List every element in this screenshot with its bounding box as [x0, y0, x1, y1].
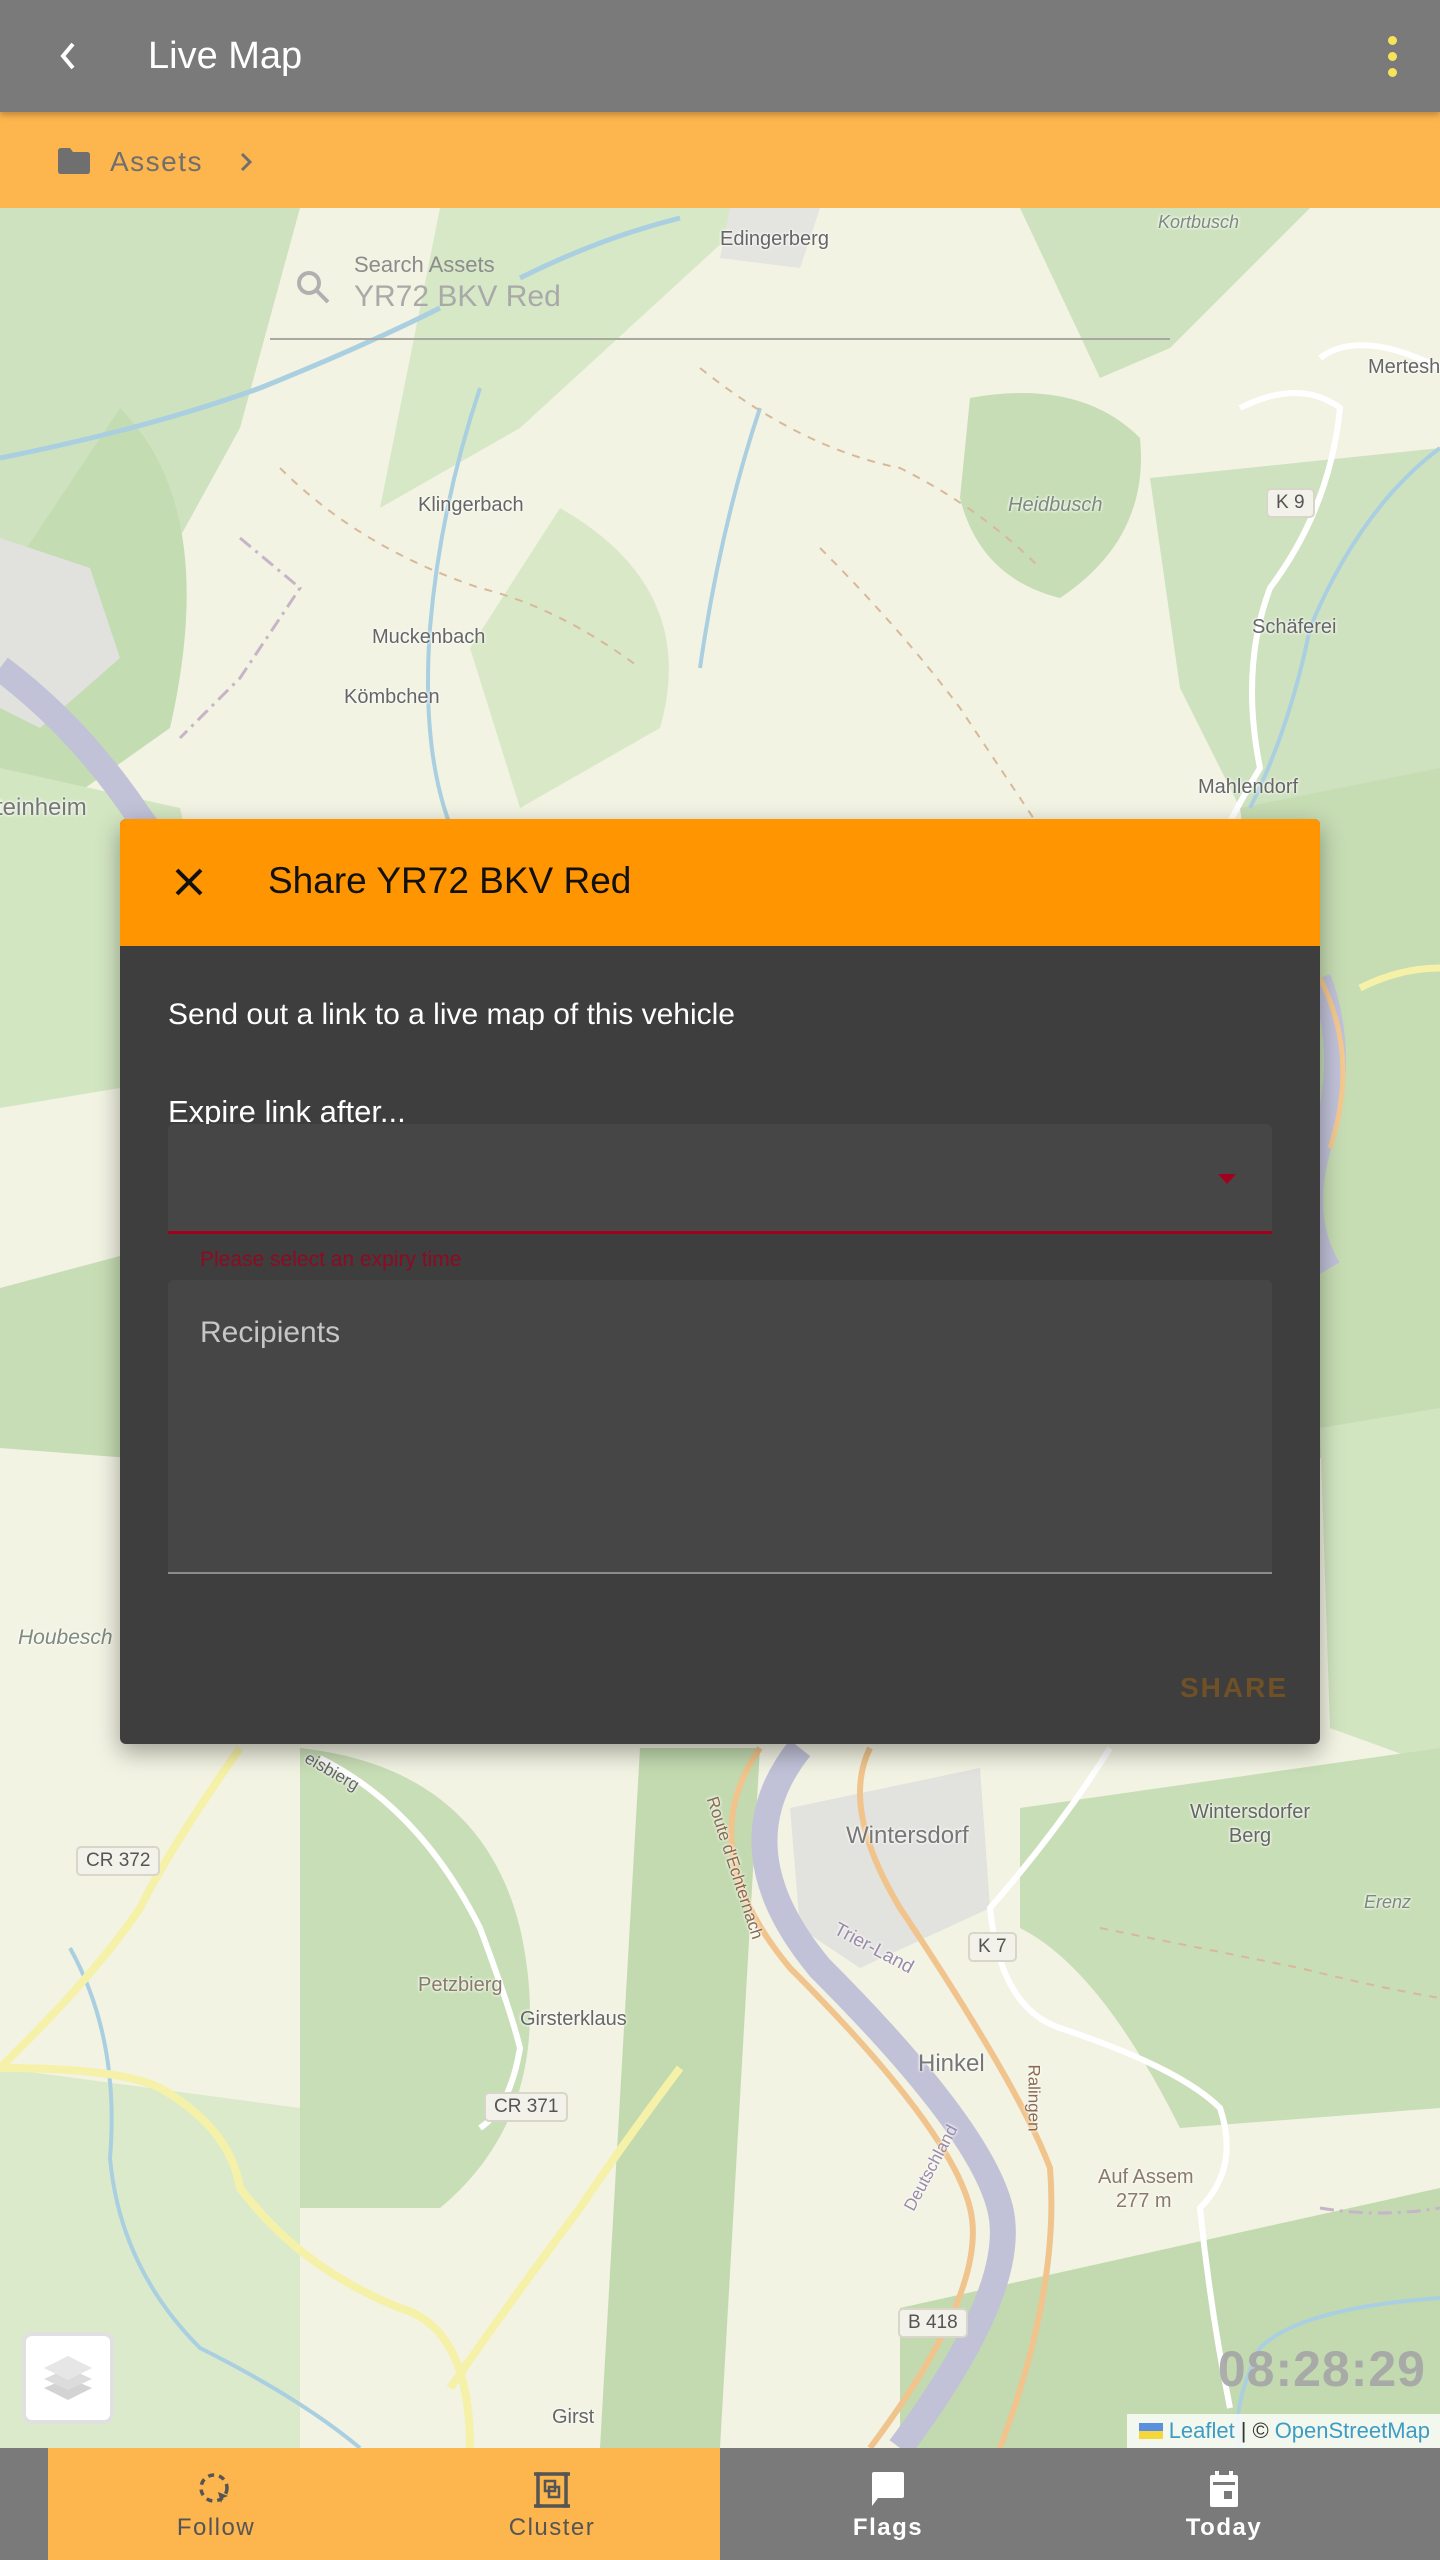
more-vert-icon: [1387, 35, 1397, 45]
ukraine-flag-icon: [1138, 2423, 1163, 2439]
map-label: 277 m: [1116, 2190, 1172, 2212]
map-label: Kömbchen: [344, 686, 440, 708]
dialog-header: Share YR72 BKV Red: [120, 819, 1320, 946]
dropdown-arrow-icon: [1218, 1174, 1236, 1184]
road-shield: CR 371: [484, 2092, 569, 2122]
calendar-today-icon: [1204, 2470, 1244, 2510]
flag-comment-icon: [868, 2470, 908, 2510]
map-label: Erenz: [1364, 1892, 1412, 1912]
map-attribution: Leaflet | © OpenStreetMap: [1126, 2414, 1440, 2448]
search-label: Search Assets: [354, 252, 495, 277]
expire-select[interactable]: [168, 1124, 1272, 1234]
recipients-placeholder: Recipients: [200, 1316, 341, 1349]
map-label: Houbesch: [18, 1626, 113, 1649]
breadcrumb: Assets: [0, 112, 1440, 208]
road-shield: K 9: [1266, 488, 1315, 518]
map-label-text: Wintersdorfer Berg: [1189, 1801, 1311, 1847]
map-label: Girst: [552, 2406, 595, 2428]
map-label: Ralingen: [1024, 2064, 1044, 2132]
nav-follow-label: Follow: [176, 2514, 256, 2541]
search-assets-field[interactable]: Search Assets YR72 BKV Red: [270, 230, 1170, 340]
close-icon[interactable]: [170, 863, 208, 901]
nav-today[interactable]: Today: [1056, 2448, 1392, 2560]
map-label: Petzbierg: [418, 1974, 503, 1996]
folder-icon: [58, 148, 90, 174]
search-icon: [297, 271, 330, 304]
page-title: Live Map: [148, 35, 303, 77]
map-label: Schäferei: [1252, 616, 1337, 638]
nav-flags[interactable]: Flags: [720, 2448, 1056, 2560]
map-label: Klingerbach: [418, 494, 524, 516]
nav-today-label: Today: [1185, 2514, 1263, 2541]
attribution-separator: |: [1240, 2418, 1247, 2443]
map-label: Mertesh: [1368, 356, 1440, 378]
recipients-textarea[interactable]: Recipients: [168, 1280, 1272, 1574]
search-input[interactable]: YR72 BKV Red: [354, 280, 561, 314]
breadcrumb-item-assets[interactable]: Assets: [110, 142, 203, 182]
follow-icon: [196, 2470, 236, 2510]
cluster-icon: [532, 2470, 572, 2510]
more-vert-dot: [1387, 67, 1397, 77]
road-shield: K 7: [968, 1932, 1017, 1962]
map-label: Muckenbach: [372, 626, 486, 648]
share-dialog: Share YR72 BKV Red Send out a link to a …: [120, 819, 1320, 1744]
clock-display: 08:28:29: [1217, 2341, 1426, 2397]
back-button[interactable]: [48, 34, 88, 78]
nav-cluster[interactable]: Cluster: [384, 2448, 720, 2560]
map-label: Hinkel: [918, 2050, 985, 2077]
map-label: Auf Assem: [1098, 2166, 1194, 2188]
map-label: Girsterklaus: [520, 2008, 627, 2030]
road-shield: CR 372: [76, 1846, 161, 1876]
bottom-nav: Follow Cluster Flags Today: [0, 2448, 1440, 2560]
openstreetmap-link[interactable]: OpenStreetMap: [1275, 2418, 1430, 2444]
nav-flags-label: Flags: [852, 2514, 924, 2541]
more-vert-dot: [1387, 51, 1397, 61]
nav-cluster-label: Cluster: [508, 2514, 596, 2541]
expire-error-text: Please select an expiry time: [200, 1248, 462, 1271]
dialog-description: Send out a link to a live map of this ve…: [168, 998, 735, 1031]
app-bar: Live Map: [0, 0, 1440, 112]
chevron-left-icon: [60, 42, 75, 70]
share-button[interactable]: SHARE: [1180, 1672, 1288, 1704]
copyright-symbol: ©: [1252, 2418, 1269, 2443]
map-label: Mahlendorf: [1198, 776, 1299, 798]
map-label: Kortbusch: [1158, 212, 1240, 232]
leaflet-link[interactable]: Leaflet: [1169, 2418, 1235, 2444]
layers-button[interactable]: [22, 2332, 114, 2424]
map-label: Wintersdorf: [846, 1822, 969, 1849]
map-label: Wintersdorfer Berg: [1170, 1800, 1330, 1848]
map-label: teinheim: [0, 794, 87, 821]
chevron-right-icon: [240, 152, 253, 172]
more-menu-button[interactable]: [1380, 30, 1404, 82]
nav-follow[interactable]: Follow: [48, 2448, 384, 2560]
dialog-title: Share YR72 BKV Red: [268, 860, 632, 901]
search-underline: [270, 338, 1170, 340]
map-label: Heidbusch: [1008, 494, 1103, 516]
road-shield: B 418: [898, 2308, 968, 2338]
layers-icon: [44, 2356, 92, 2400]
